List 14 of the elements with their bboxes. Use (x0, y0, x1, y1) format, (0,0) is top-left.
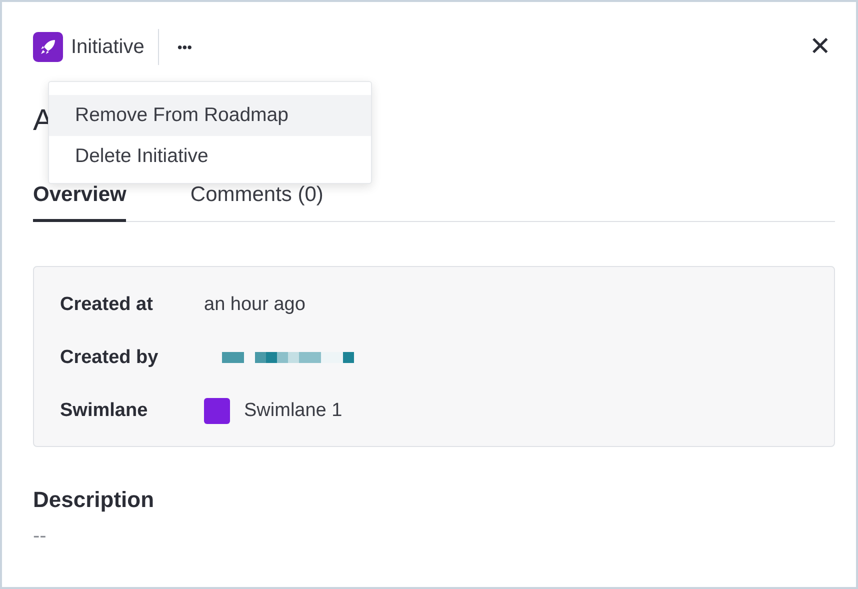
field-label: Swimlane (60, 400, 149, 422)
type-label: Initiative (71, 36, 144, 58)
menu-item[interactable]: Delete Initiative (49, 136, 371, 177)
more-button[interactable]: ••• (173, 37, 196, 57)
menu-item[interactable]: Remove From Roadmap (49, 95, 371, 136)
field-label: Created by (60, 346, 160, 368)
field-value: Swimlane 1 (244, 400, 342, 422)
description-text: -- (33, 525, 48, 548)
section-heading: Description (33, 487, 156, 513)
tab[interactable]: Comments (0) (190, 179, 324, 222)
close-button[interactable]: ✕ (805, 32, 835, 62)
field-label: Created at (60, 294, 154, 316)
field-value: an hour ago (204, 294, 306, 316)
rocket-icon (33, 32, 63, 62)
